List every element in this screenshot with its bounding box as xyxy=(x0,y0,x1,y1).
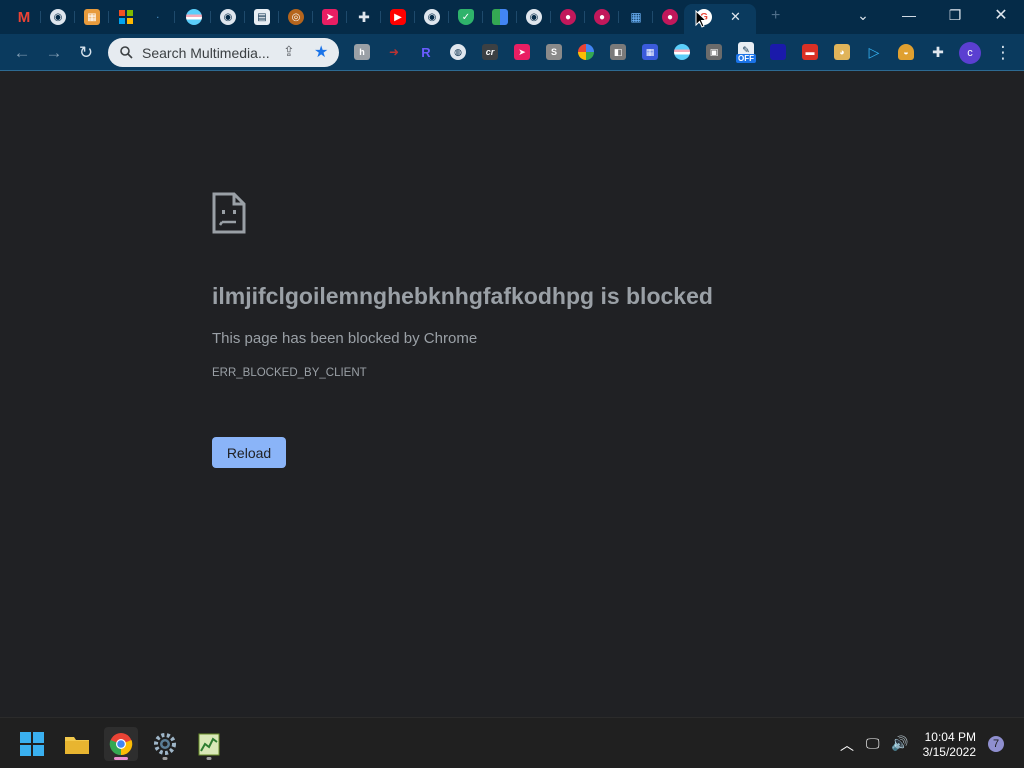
tab-divider xyxy=(108,11,109,23)
shield-tab-icon[interactable]: ✓ xyxy=(458,9,474,25)
extension-blue-square-icon[interactable] xyxy=(770,44,786,60)
blank-tab-icon[interactable]: · xyxy=(150,9,166,25)
extension-cr-icon[interactable]: cr xyxy=(482,44,498,60)
grid-tab-icon[interactable]: ▦ xyxy=(628,9,644,25)
browser-toolbar: ← → ↻ Search Multimedia... ⇪ ★ h ➜ R ◍ c… xyxy=(0,34,1024,71)
network-icon[interactable]: 🖵 xyxy=(866,735,880,752)
clock[interactable]: 10:04 PM 3/15/2022 xyxy=(923,730,976,760)
back-button[interactable]: ← xyxy=(9,40,35,66)
tab-strip: M ◉ ▦ · ◉ ▤ ◎ ➤ ✚ ▶ ◉ ✓ ◉ ● ● ▦ ● G ✕ + … xyxy=(0,0,1024,34)
menu-kebab-icon[interactable]: ⋮ xyxy=(990,40,1016,66)
clock-date: 3/15/2022 xyxy=(922,745,976,759)
extension-s-icon[interactable]: S xyxy=(546,44,562,60)
tab-divider xyxy=(550,11,551,23)
minimize-button[interactable]: — xyxy=(886,0,932,30)
document-tab-icon[interactable]: ▤ xyxy=(254,9,270,25)
tab-divider xyxy=(652,11,653,23)
tab-divider xyxy=(448,11,449,23)
volume-icon[interactable]: 🔊 xyxy=(891,735,908,752)
reload-toolbar-button[interactable]: ↻ xyxy=(73,40,99,66)
tab-divider xyxy=(414,11,415,23)
tab-divider xyxy=(618,11,619,23)
sheets-tab-icon[interactable] xyxy=(492,9,508,25)
globe-tab-icon[interactable]: ◉ xyxy=(220,9,236,25)
mouse-cursor-icon xyxy=(695,10,707,28)
reload-button[interactable]: Reload xyxy=(212,437,286,468)
flag-tab-icon[interactable] xyxy=(186,9,202,25)
tab-divider xyxy=(244,11,245,23)
close-window-button[interactable]: ✕ xyxy=(978,0,1024,30)
clock-time: 10:04 PM xyxy=(924,730,976,744)
chart-app-icon[interactable] xyxy=(192,727,226,761)
extension-off-badge: OFF xyxy=(736,54,756,63)
pointer-tab-icon[interactable]: ➤ xyxy=(322,9,338,25)
tab-divider xyxy=(278,11,279,23)
globe-tab-icon[interactable]: ◉ xyxy=(424,9,440,25)
tab-divider xyxy=(380,11,381,23)
extension-gray-icon[interactable]: ◧ xyxy=(610,44,626,60)
running-app-indicator xyxy=(206,757,212,760)
tab-close-icon[interactable]: ✕ xyxy=(730,9,741,25)
bookmark-star-icon[interactable]: ★ xyxy=(314,42,328,62)
extension-grid-icon[interactable]: ▦ xyxy=(642,44,658,60)
error-code: ERR_BLOCKED_BY_CLIENT xyxy=(212,367,367,379)
show-hidden-icons-chevron-up-icon[interactable]: ︿ xyxy=(840,735,854,755)
extension-h-icon[interactable]: h xyxy=(354,44,370,60)
microsoft-tab-icon[interactable] xyxy=(118,9,134,25)
tab-divider xyxy=(210,11,211,23)
podcast-tab-icon[interactable]: ◎ xyxy=(288,9,304,25)
tab-divider xyxy=(516,11,517,23)
extension-play-icon[interactable]: ▷ xyxy=(866,44,882,60)
tab-divider xyxy=(346,11,347,23)
sad-document-icon xyxy=(212,192,246,234)
search-icon xyxy=(120,46,133,59)
active-app-indicator xyxy=(114,757,128,760)
pink-circle-tab-icon[interactable]: ● xyxy=(662,9,678,25)
tab-divider xyxy=(312,11,313,23)
archive-tab-icon[interactable]: ▦ xyxy=(84,9,100,25)
extension-dog-icon[interactable]: ◕ xyxy=(834,44,850,60)
youtube-tab-icon[interactable]: ▶ xyxy=(390,9,406,25)
extension-speech-icon[interactable]: ◍ xyxy=(450,44,466,60)
forward-button[interactable]: → xyxy=(41,40,67,66)
omnibox-text: Search Multimedia... xyxy=(142,45,270,61)
start-windows-icon[interactable] xyxy=(15,727,49,761)
profile-avatar[interactable]: c xyxy=(959,42,981,64)
taskbar: ︿ 🖵 🔊 10:04 PM 3/15/2022 7 xyxy=(0,717,1024,768)
new-tab-button[interactable]: + xyxy=(771,7,780,25)
omnibox[interactable]: Search Multimedia... ⇪ ★ xyxy=(108,38,339,67)
extension-r-icon[interactable]: R xyxy=(418,44,434,60)
extension-image-icon[interactable]: ▣ xyxy=(706,44,722,60)
extension-flag-icon[interactable] xyxy=(674,44,690,60)
extension-pointer-icon[interactable]: ➤ xyxy=(514,44,530,60)
extension-color-wheel-icon[interactable] xyxy=(578,44,594,60)
tab-search-chevron-down-icon[interactable]: ⌄ xyxy=(840,0,886,30)
restore-button[interactable]: ❐ xyxy=(932,0,978,30)
running-app-indicator xyxy=(162,757,168,760)
share-icon[interactable]: ⇪ xyxy=(283,43,295,60)
extension-bell-icon[interactable]: ◒ xyxy=(898,44,914,60)
extension-off-icon[interactable]: ✎ OFF xyxy=(736,42,756,63)
tab-divider xyxy=(584,11,585,23)
error-title: ilmjifclgoilemnghebknhgfafkodhpg is bloc… xyxy=(212,283,713,309)
extensions-puzzle-icon[interactable]: ✚ xyxy=(930,44,946,60)
puzzle-tab-icon[interactable]: ✚ xyxy=(356,9,372,25)
gmail-tab-icon[interactable]: M xyxy=(16,9,32,26)
pink-circle-tab-icon[interactable]: ● xyxy=(560,9,576,25)
settings-gear-icon[interactable] xyxy=(148,727,182,761)
extension-card-icon[interactable]: ▬ xyxy=(802,44,818,60)
error-description: This page has been blocked by Chrome xyxy=(212,330,478,347)
extension-arrow-icon[interactable]: ➜ xyxy=(386,44,402,60)
error-page: ilmjifclgoilemnghebknhgfafkodhpg is bloc… xyxy=(0,71,1024,717)
chrome-taskbar-icon[interactable] xyxy=(104,727,138,761)
tab-divider xyxy=(74,11,75,23)
notification-badge[interactable]: 7 xyxy=(988,736,1004,752)
globe-tab-icon[interactable]: ◉ xyxy=(526,9,542,25)
tab-divider xyxy=(40,11,41,23)
globe-tab-icon[interactable]: ◉ xyxy=(50,9,66,25)
tab-divider xyxy=(482,11,483,23)
file-explorer-icon[interactable] xyxy=(60,727,94,761)
pink-circle-tab-icon[interactable]: ● xyxy=(594,9,610,25)
tab-divider xyxy=(174,11,175,23)
